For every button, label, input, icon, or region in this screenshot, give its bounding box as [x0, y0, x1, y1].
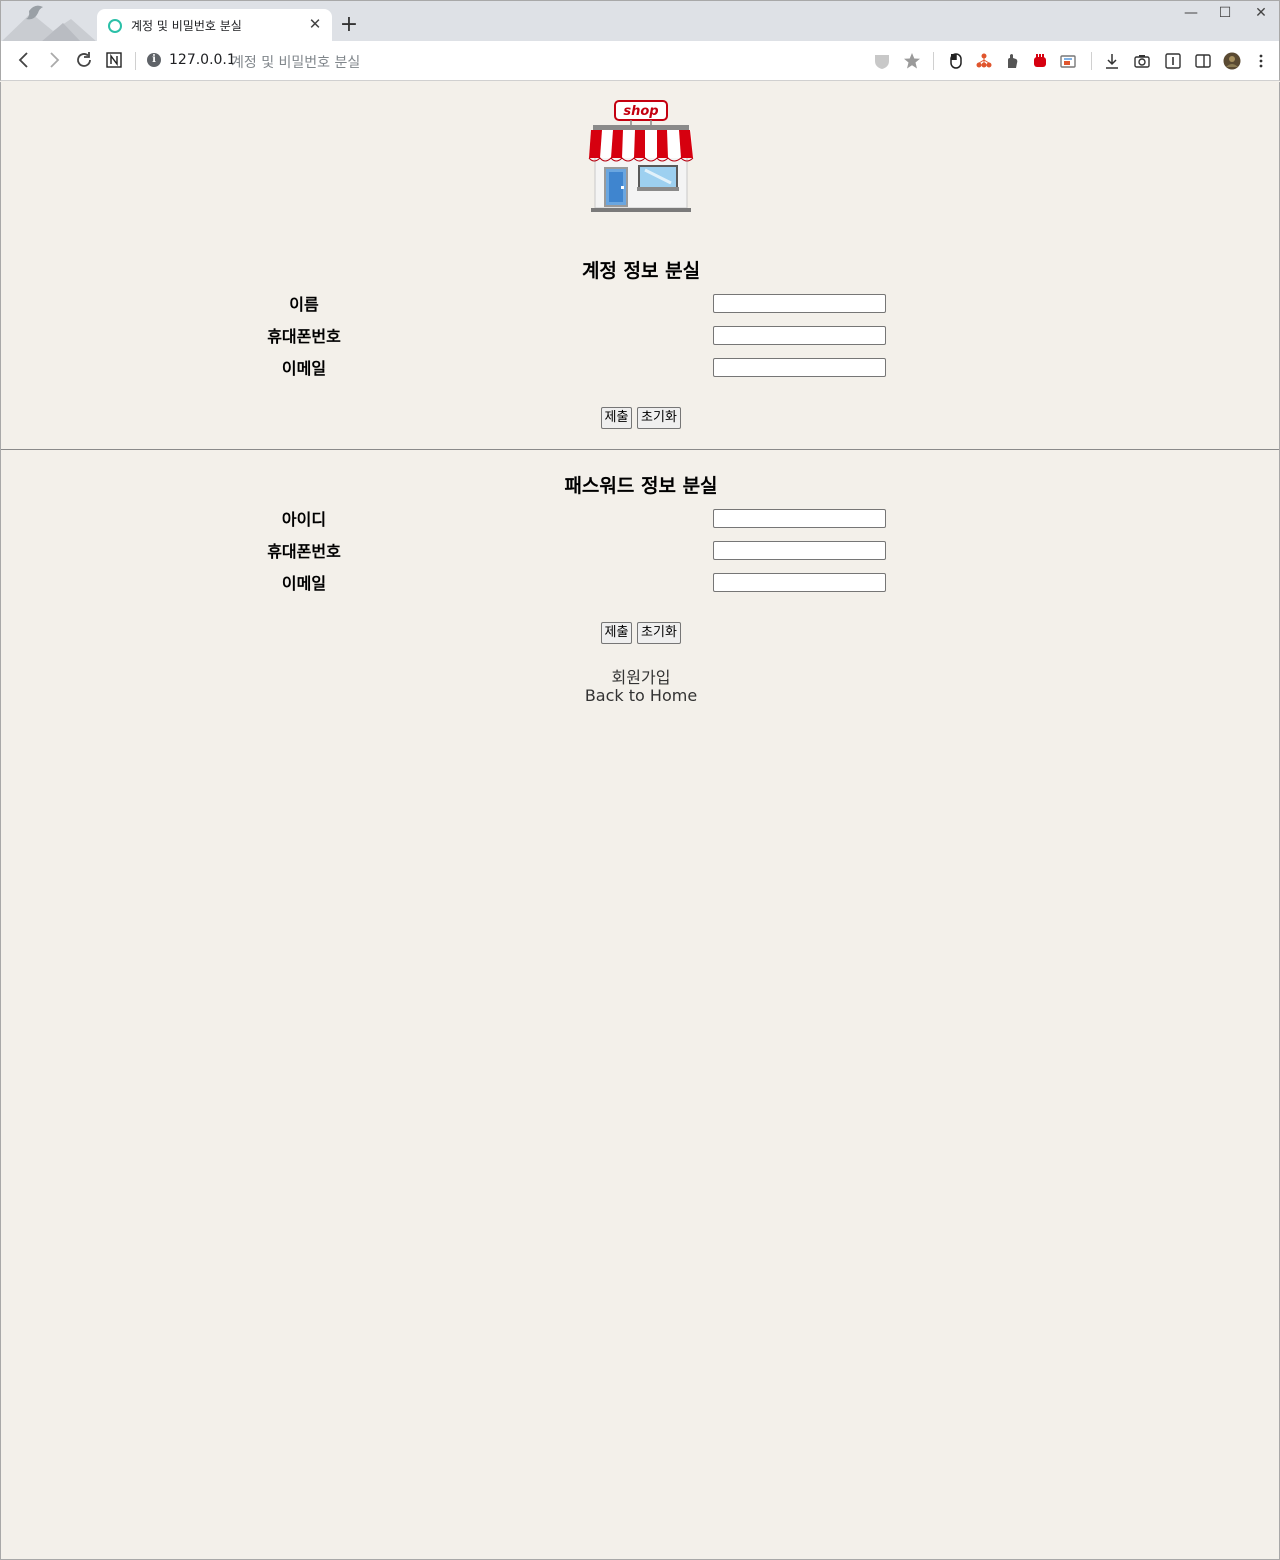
theme-background-icon	[1, 5, 97, 42]
url-page-title[interactable]: 계정 및 비밀번호 분실	[231, 52, 360, 72]
toolbar-separator	[933, 52, 934, 70]
side-panel-icon[interactable]	[1194, 52, 1212, 70]
shop-logo: shop	[588, 100, 694, 212]
menu-kebab-icon[interactable]	[1252, 52, 1270, 70]
section-divider	[1, 449, 1279, 450]
password-reset-button[interactable]: 초기화	[637, 622, 681, 644]
email-input[interactable]	[713, 358, 886, 377]
account-submit-button[interactable]: 제출	[601, 407, 632, 429]
hand-extension-icon[interactable]	[1003, 52, 1021, 70]
tab-favicon-icon	[108, 19, 122, 33]
account-reset-button[interactable]: 초기화	[637, 407, 681, 429]
userid-input[interactable]	[713, 509, 886, 528]
bookmark-star-icon[interactable]	[903, 52, 921, 70]
password-section-title: 패스워드 정보 분실	[564, 475, 718, 497]
browser-tab[interactable]: 계정 및 비밀번호 분실 ✕	[97, 9, 332, 42]
forward-arrow-icon[interactable]	[43, 49, 65, 71]
profile-avatar-icon[interactable]	[1223, 52, 1241, 70]
screenshot-extension-icon[interactable]	[1059, 52, 1077, 70]
tab-strip: 계정 및 비밀번호 분실 ✕ + — ☐ ✕	[0, 0, 1280, 42]
download-icon[interactable]	[1103, 52, 1121, 70]
shield-icon[interactable]	[873, 52, 891, 70]
pw-email-label: 이메일	[281, 574, 327, 593]
reload-icon[interactable]	[73, 49, 95, 71]
pw-phone-label: 휴대폰번호	[267, 542, 341, 561]
shop-sign-text: shop	[623, 104, 658, 119]
tab-title: 계정 및 비밀번호 분실	[131, 19, 242, 33]
page-content: shop 계정 정보 분실 이름 휴대폰번호 이메일 제출 초기화 패스워드 정…	[0, 82, 1280, 1560]
sitemap-extension-icon[interactable]	[975, 52, 993, 70]
account-section-title: 계정 정보 분실	[581, 260, 701, 282]
toolbar-separator	[1091, 52, 1092, 70]
notion-icon[interactable]	[103, 49, 125, 71]
name-label: 이름	[289, 295, 319, 314]
close-window-button[interactable]: ✕	[1249, 5, 1273, 21]
site-info-icon[interactable]: i	[147, 53, 161, 67]
name-input[interactable]	[713, 294, 886, 313]
camera-icon[interactable]	[1133, 52, 1151, 70]
toolbar-separator	[135, 52, 136, 70]
maximize-button[interactable]: ☐	[1213, 5, 1237, 21]
reader-mode-icon[interactable]	[1164, 52, 1182, 70]
phone-input[interactable]	[713, 326, 886, 345]
back-arrow-icon[interactable]	[13, 49, 35, 71]
red-extension-icon[interactable]	[1031, 52, 1049, 70]
new-tab-button[interactable]: +	[339, 13, 359, 37]
email-label: 이메일	[281, 359, 327, 378]
signup-link[interactable]: 회원가입	[1, 664, 1280, 688]
url-host[interactable]: 127.0.0.1	[169, 52, 236, 68]
minimize-button[interactable]: —	[1179, 5, 1203, 21]
browser-toolbar: i 127.0.0.1 계정 및 비밀번호 분실	[0, 41, 1280, 81]
back-home-link[interactable]: Back to Home	[1, 686, 1280, 705]
mouse-extension-icon[interactable]	[947, 52, 965, 70]
phone-label: 휴대폰번호	[267, 327, 341, 346]
password-submit-button[interactable]: 제출	[601, 622, 632, 644]
pw-phone-input[interactable]	[713, 541, 886, 560]
userid-label: 아이디	[281, 510, 327, 529]
tab-close-icon[interactable]: ✕	[306, 15, 324, 33]
pw-email-input[interactable]	[713, 573, 886, 592]
